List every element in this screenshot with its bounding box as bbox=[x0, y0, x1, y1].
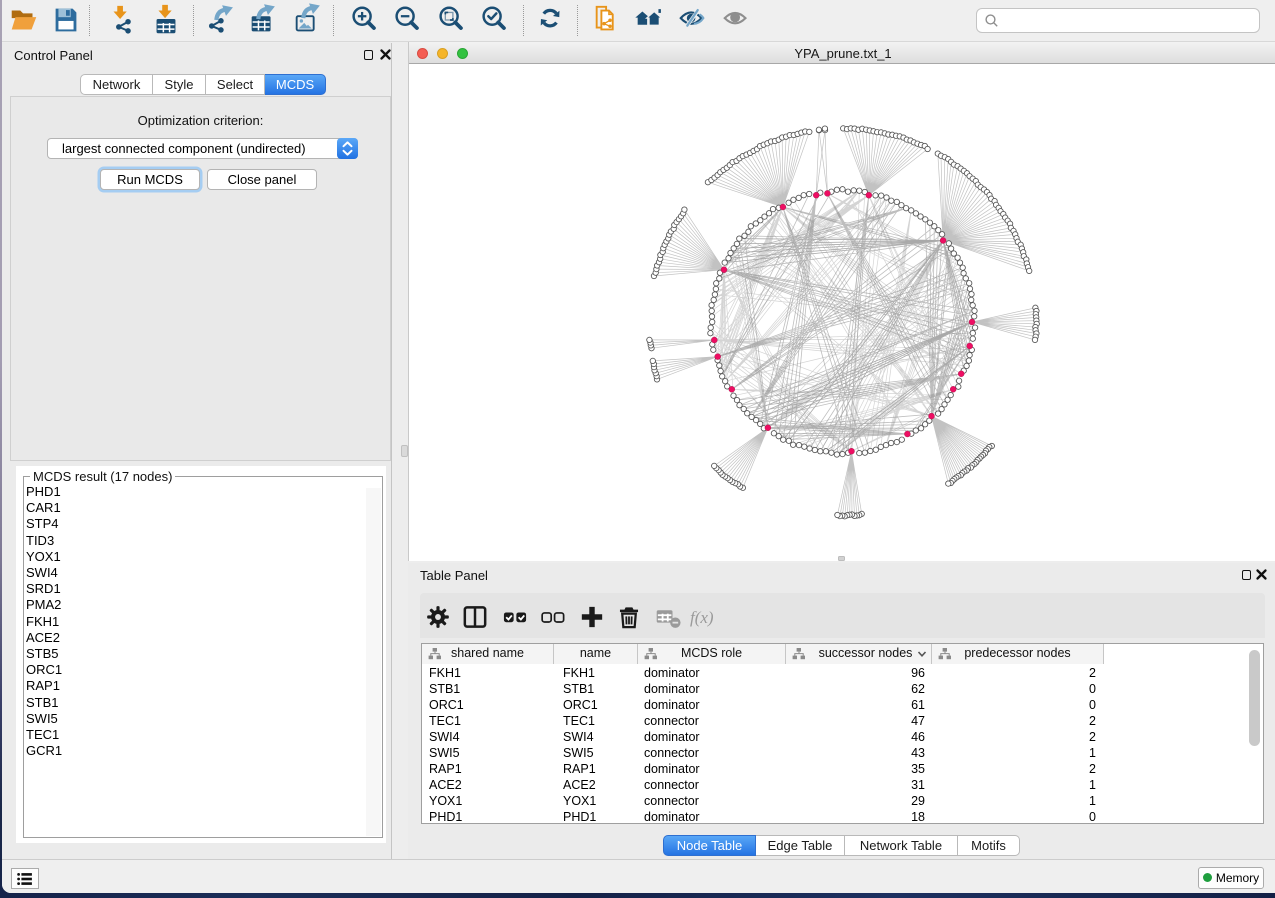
svg-text:f(x): f(x) bbox=[690, 608, 714, 627]
